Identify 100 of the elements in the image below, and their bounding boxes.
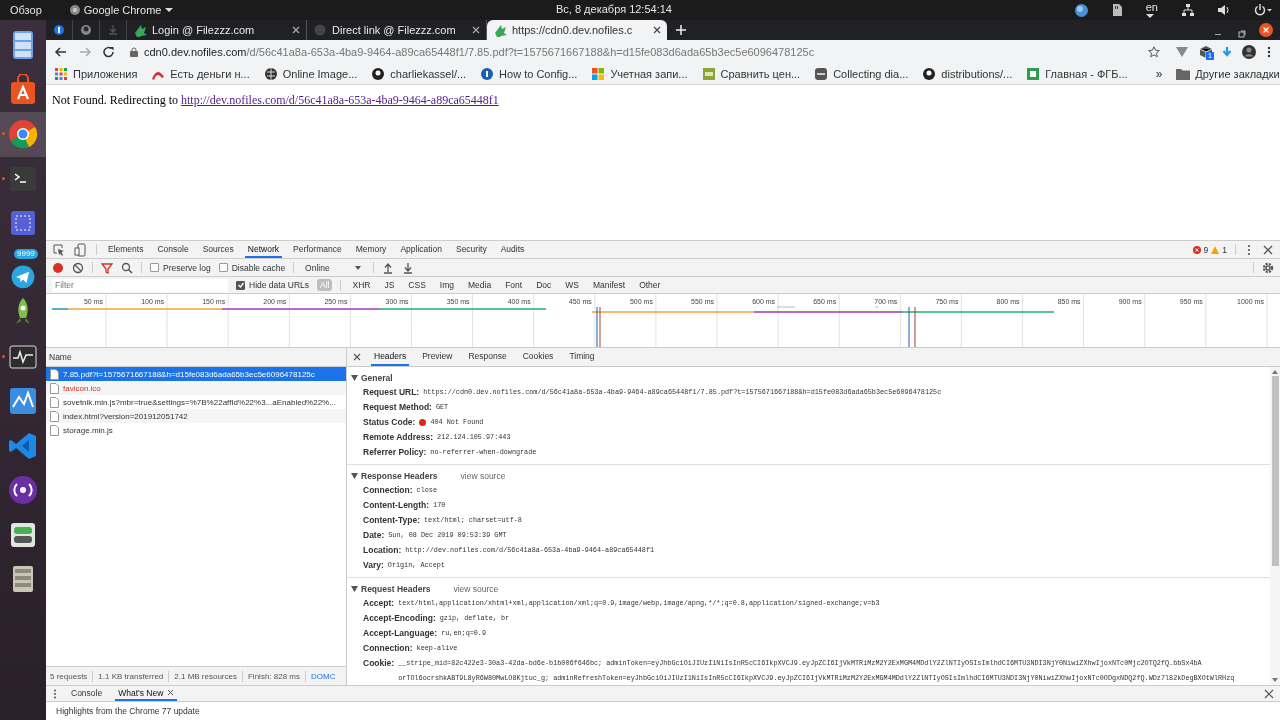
devtools-tab[interactable]: Console	[154, 241, 192, 258]
clock[interactable]: Вс, 8 декабря 12:54:14	[556, 3, 672, 15]
devtools-tab[interactable]: Security	[452, 241, 490, 258]
filter-type-button[interactable]: Manifest	[590, 279, 629, 291]
bookmark[interactable]: Есть деньги н...	[151, 67, 250, 81]
triangle-icon[interactable]	[351, 374, 358, 381]
download-arrow-icon[interactable]	[1220, 45, 1234, 59]
filter-icon[interactable]	[101, 261, 113, 274]
close-icon[interactable]	[1258, 22, 1274, 38]
search-icon[interactable]	[121, 261, 133, 274]
speaker-icon[interactable]	[1218, 4, 1230, 16]
header-name: Referrer Policy:	[363, 446, 427, 459]
details-tab[interactable]: Preview	[419, 348, 456, 366]
bookmark[interactable]: Учетная запи...	[591, 67, 688, 81]
close-icon[interactable]	[1262, 243, 1274, 256]
request-row[interactable]: favicon.ico	[46, 381, 346, 395]
redirect-link[interactable]: http://dev.nofiles.com/d/56c41a8a-653a-4ba9-9464-a89ca65448f1	[181, 93, 499, 107]
close-icon[interactable]	[353, 353, 361, 361]
throttling-dropdown[interactable]: Online	[302, 262, 365, 273]
activities-button[interactable]: Обзор	[10, 4, 42, 16]
more-bookmarks-button[interactable]: »	[1155, 67, 1163, 81]
request-row[interactable]: storage.min.js	[46, 423, 346, 437]
view-source-link[interactable]: view source	[460, 470, 506, 481]
filter-type-button[interactable]: Media	[465, 279, 495, 291]
checkbox[interactable]: Hide data URLs	[236, 280, 309, 290]
bookmark[interactable]: Online Image...	[263, 67, 358, 81]
devtools-tab[interactable]: Performance	[290, 241, 345, 258]
record-icon[interactable]	[52, 261, 64, 274]
plus-icon[interactable]	[675, 24, 687, 36]
section-title[interactable]: Response Headers	[361, 470, 438, 481]
inspect-icon[interactable]	[52, 242, 66, 257]
close-icon[interactable]	[653, 26, 661, 34]
chrome-icon[interactable]	[7, 118, 39, 151]
devtools-tab[interactable]: Memory	[352, 241, 390, 258]
bookmark[interactable]: How to Config...	[480, 67, 578, 81]
triangle-icon[interactable]	[351, 472, 358, 479]
scroll-up-icon[interactable]	[1272, 370, 1278, 374]
column-header[interactable]: Name	[46, 348, 346, 367]
bookmark-folder[interactable]: Другие закладки	[1176, 68, 1280, 80]
scroll-down-icon[interactable]	[1272, 678, 1278, 682]
globe-icon[interactable]	[1074, 3, 1088, 17]
devtools-tab[interactable]: Application	[397, 241, 445, 258]
podcast-icon[interactable]	[7, 474, 39, 507]
drawer-tab[interactable]: What's New	[115, 686, 178, 701]
power-icon[interactable]	[1254, 4, 1272, 16]
clear-icon[interactable]	[72, 261, 84, 274]
bookmark[interactable]: charliekassel/...	[371, 67, 467, 81]
devtools-tab[interactable]: Audits	[497, 241, 528, 258]
bookmark[interactable]: Приложения	[54, 67, 138, 81]
scrollbar-thumb[interactable]	[1271, 376, 1279, 566]
error-count[interactable]: 9	[1203, 244, 1209, 255]
checkbox[interactable]: Preserve log	[150, 262, 211, 273]
filter-field[interactable]: Filter	[52, 278, 228, 292]
filter-type-button[interactable]: Img	[436, 279, 457, 291]
details-tab[interactable]: Response	[465, 348, 510, 366]
details-tab[interactable]: Headers	[371, 348, 410, 366]
language-menu[interactable]: en	[1145, 1, 1158, 19]
request-row[interactable]: 7.85.pdf?t=1575671667188&h=d15fe083d6ada65b3ec5e6096478125c	[46, 367, 346, 381]
app-menu[interactable]: Google Chrome	[69, 4, 174, 16]
network-icon[interactable]	[1182, 4, 1194, 16]
section-title[interactable]: General	[361, 372, 393, 383]
filter-type-button[interactable]: CSS	[405, 279, 429, 291]
checkbox[interactable]: Disable cache	[218, 262, 286, 273]
close-icon[interactable]	[472, 26, 480, 34]
bookmark[interactable]: Collecting dia...	[814, 67, 909, 81]
section-title[interactable]: Request Headers	[361, 583, 431, 594]
checkbox-square[interactable]	[150, 263, 159, 272]
drawer-tab[interactable]: Console	[68, 686, 106, 701]
filter-type-button[interactable]: Other	[636, 279, 664, 291]
download-icon[interactable]	[401, 261, 414, 274]
details-tab[interactable]: Cookies	[519, 348, 557, 366]
filter-type-button[interactable]: Font	[502, 279, 526, 291]
upload-icon[interactable]	[381, 261, 394, 274]
close-icon[interactable]	[1264, 688, 1274, 699]
request-row[interactable]: sovetnik.min.js?mbr=true&settings=%7B%22affId%22%3...aEnabled%22%...	[46, 395, 346, 409]
sd-card-icon[interactable]	[1111, 4, 1122, 16]
tile-icon	[1026, 67, 1041, 81]
filter-type-button[interactable]: JS	[381, 279, 398, 291]
bookmark[interactable]: distributions/...	[922, 67, 1013, 81]
bookmark[interactable]: Сравнить цен...	[701, 67, 801, 81]
filter-type-button[interactable]: WS	[562, 279, 582, 291]
devtools-tab[interactable]: Elements	[105, 241, 147, 258]
settings-icon[interactable]	[1262, 261, 1274, 274]
details-tab[interactable]: Timing	[566, 348, 598, 366]
filter-type-button[interactable]: XHR	[349, 279, 374, 291]
warning-count[interactable]: 1	[1222, 244, 1227, 255]
bookmark[interactable]: Главная - ФГБ...	[1026, 67, 1128, 81]
avatar-icon[interactable]	[1240, 44, 1258, 60]
device-icon[interactable]	[74, 242, 88, 257]
browser-tab[interactable]: https://cdn0.dev.nofiles.c	[487, 20, 667, 40]
filter-type-button[interactable]: Doc	[533, 279, 555, 291]
header-name: Content-Length:	[363, 499, 430, 512]
view-source-link[interactable]: view source	[453, 583, 499, 594]
checkbox-square[interactable]	[218, 263, 228, 272]
devtools-tab[interactable]: Sources	[199, 241, 237, 258]
more-vertical-icon[interactable]	[52, 688, 58, 699]
close-icon[interactable]	[292, 26, 300, 34]
triangle-icon[interactable]	[351, 585, 358, 592]
request-row[interactable]: index.html?version=201912051742	[46, 409, 346, 423]
checkbox-square[interactable]	[236, 280, 245, 290]
